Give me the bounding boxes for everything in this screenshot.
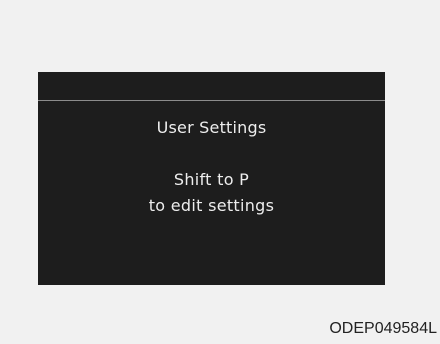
instruction-line-1: Shift to P [173,170,250,189]
instruction-line-2: to edit settings [148,196,275,215]
screen-title: User Settings [156,118,267,137]
cluster-display-screen: User Settings Shift to P to edit setting… [38,72,385,285]
header-divider [38,100,385,101]
figure-code: ODEP049584L [329,320,437,337]
